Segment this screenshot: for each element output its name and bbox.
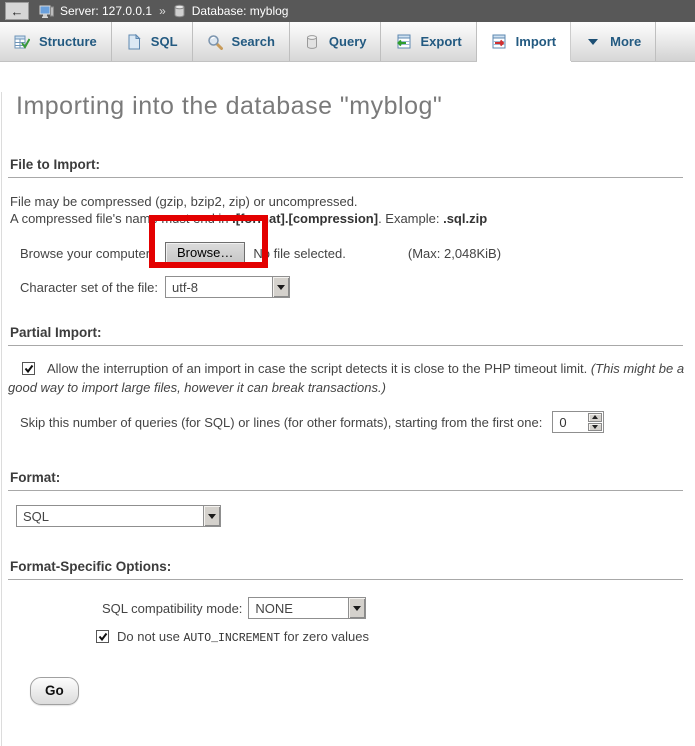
- section-format-specific-options: Format-Specific Options: SQL compatibili…: [8, 559, 685, 645]
- auto-increment-keyword: AUTO_INCREMENT: [184, 632, 281, 645]
- filename-format-pattern: .[format].[compression]: [232, 211, 378, 226]
- format-row: SQL: [8, 505, 685, 527]
- tab-structure[interactable]: Structure: [0, 22, 112, 61]
- filename-hint: A compressed file's name must end in .[f…: [10, 210, 685, 227]
- compression-hint: File may be compressed (gzip, bzip2, zip…: [10, 193, 685, 210]
- charset-row: Character set of the file: utf-8: [8, 275, 685, 299]
- query-icon: [304, 34, 320, 50]
- stepper-down-button[interactable]: [588, 423, 602, 432]
- charset-selected-value: utf-8: [166, 280, 272, 295]
- tab-sql[interactable]: SQL: [112, 22, 193, 61]
- charset-select[interactable]: utf-8: [165, 276, 290, 298]
- tab-export[interactable]: Export: [381, 22, 476, 61]
- filename-example: .sql.zip: [443, 211, 487, 226]
- max-size-note: (Max: 2,048KiB): [408, 246, 501, 261]
- tab-label: More: [610, 34, 641, 49]
- database-icon: [173, 4, 186, 18]
- breadcrumb-bar: ← Server: 127.0.0.1 » Database: myblog: [0, 0, 695, 22]
- skip-queries-row: Skip this number of queries (for SQL) or…: [8, 410, 685, 434]
- skip-queries-value: 0: [553, 412, 587, 432]
- auto-increment-label: Do not use AUTO_INCREMENT for zero value…: [117, 629, 369, 644]
- no-file-selected-text: No file selected.: [253, 246, 346, 261]
- charset-label: Character set of the file:: [20, 280, 165, 295]
- section-partial-import: Partial Import: Allow the interruption o…: [8, 325, 685, 434]
- dropdown-arrow-icon: [272, 277, 289, 297]
- auto-increment-checkbox[interactable]: [96, 630, 109, 643]
- allow-interrupt-checkbox[interactable]: [22, 362, 35, 375]
- section-heading: Partial Import:: [8, 325, 683, 346]
- breadcrumb-separator: »: [159, 4, 166, 18]
- import-page: Importing into the database "myblog" Fil…: [1, 92, 695, 746]
- sql-compatibility-select[interactable]: NONE: [248, 597, 366, 619]
- section-format: Format: SQL: [8, 470, 685, 527]
- breadcrumb-server-link[interactable]: Server: 127.0.0.1: [60, 4, 152, 18]
- format-select[interactable]: SQL: [16, 505, 221, 527]
- sql-icon: [126, 34, 142, 50]
- tab-label: Structure: [39, 34, 97, 49]
- dropdown-arrow-icon: [348, 598, 365, 618]
- section-heading: File to Import:: [8, 157, 683, 178]
- structure-icon: [14, 34, 30, 50]
- browse-label: Browse your computer:: [20, 246, 165, 261]
- tab-import[interactable]: Import: [477, 22, 571, 61]
- tab-label: Query: [329, 34, 367, 49]
- format-selected-value: SQL: [17, 509, 203, 524]
- auto-increment-label-text: for zero values: [280, 629, 369, 644]
- tab-search[interactable]: Search: [193, 22, 290, 61]
- tab-label: SQL: [151, 34, 178, 49]
- sql-compatibility-value: NONE: [249, 601, 348, 616]
- tab-label: Import: [516, 34, 556, 49]
- sql-compatibility-row: SQL compatibility mode: NONE: [102, 596, 685, 620]
- allow-interrupt-label: Allow the interruption of an import in c…: [47, 361, 591, 376]
- tab-more[interactable]: More: [571, 22, 656, 61]
- search-icon: [207, 34, 223, 50]
- stepper-up-button[interactable]: [588, 413, 602, 422]
- back-button[interactable]: ←: [5, 2, 29, 20]
- tab-label: Search: [232, 34, 275, 49]
- tab-query[interactable]: Query: [290, 22, 382, 61]
- section-heading: Format:: [8, 470, 683, 491]
- section-heading: Format-Specific Options:: [8, 559, 683, 580]
- tab-label: Export: [420, 34, 461, 49]
- breadcrumb-database-link[interactable]: Database: myblog: [192, 4, 289, 18]
- filename-hint-text: A compressed file's name must end in: [10, 211, 232, 226]
- auto-increment-row: Do not use AUTO_INCREMENT for zero value…: [96, 629, 685, 645]
- browse-button[interactable]: Browse…: [165, 242, 245, 264]
- back-arrow-icon: ←: [11, 5, 24, 18]
- export-icon: [395, 34, 411, 50]
- skip-queries-label: Skip this number of queries (for SQL) or…: [20, 415, 542, 430]
- page-title: Importing into the database "myblog": [16, 92, 685, 121]
- browse-row: Browse your computer: Browse… No file se…: [8, 241, 685, 265]
- dropdown-arrow-icon: [203, 506, 220, 526]
- import-icon: [491, 34, 507, 50]
- stepper-buttons: [587, 412, 603, 432]
- auto-increment-label-text: Do not use: [117, 629, 184, 644]
- skip-queries-stepper[interactable]: 0: [552, 411, 604, 433]
- go-button[interactable]: Go: [30, 677, 79, 705]
- sql-compatibility-label: SQL compatibility mode:: [102, 601, 242, 616]
- section-file-to-import: File to Import: File may be compressed (…: [8, 157, 685, 299]
- filename-hint-text: . Example:: [378, 211, 443, 226]
- allow-interrupt-row: Allow the interruption of an import in c…: [8, 359, 685, 397]
- chevron-down-icon: [585, 34, 601, 50]
- server-icon: [39, 4, 54, 19]
- tab-bar: Structure SQL Search Query: [0, 22, 695, 62]
